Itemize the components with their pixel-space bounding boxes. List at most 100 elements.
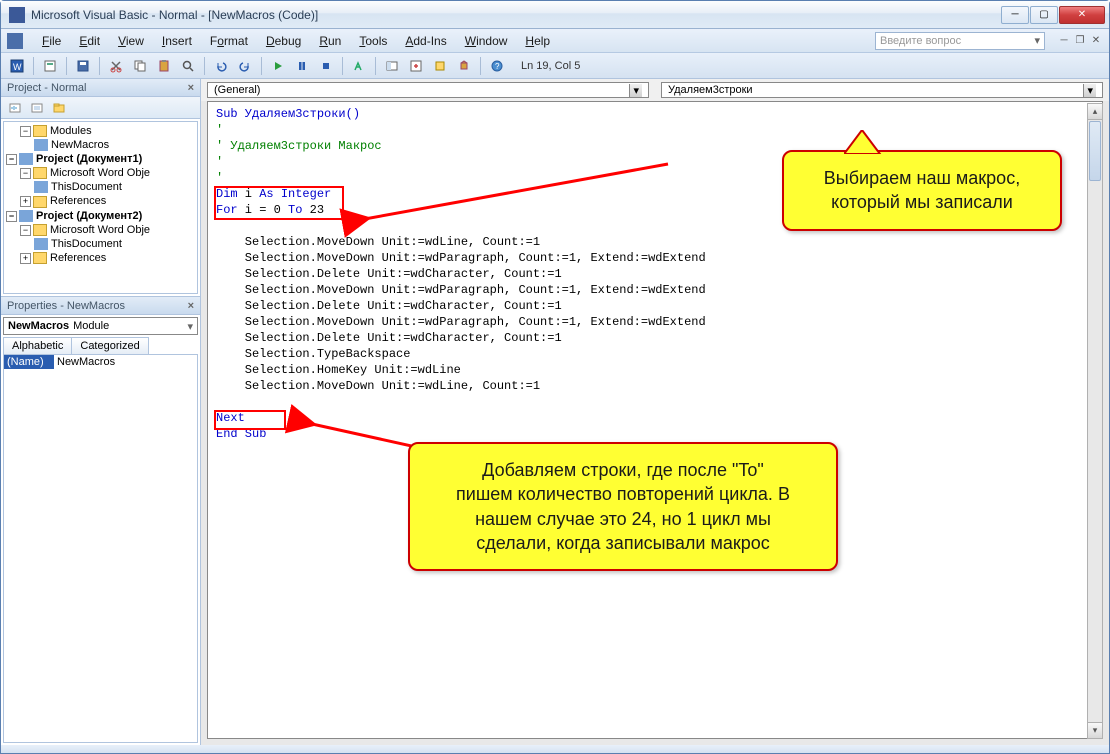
callout-bottom-text: Добавляем строки, где после "To" пишем к… xyxy=(456,460,790,553)
break-button[interactable] xyxy=(292,56,312,76)
scroll-down-button[interactable]: ▾ xyxy=(1088,722,1102,738)
mdi-restore-button[interactable]: ❐ xyxy=(1073,34,1087,48)
properties-panel-close[interactable]: × xyxy=(188,300,194,312)
tab-alphabetic[interactable]: Alphabetic xyxy=(3,337,72,354)
properties-panel-title: Properties - NewMacros xyxy=(7,300,125,312)
property-row-name[interactable]: (Name) NewMacros xyxy=(4,355,197,369)
tree-node-mswo2[interactable]: −Microsoft Word Obje xyxy=(6,223,195,237)
maximize-button[interactable]: ▢ xyxy=(1030,6,1058,24)
menu-debug[interactable]: Debug xyxy=(259,32,308,50)
help-button[interactable]: ? xyxy=(487,56,507,76)
code-dropdowns: (General) ▾ Удаляем3строки ▾ xyxy=(201,79,1109,101)
object-combo[interactable]: (General) ▾ xyxy=(207,82,649,98)
project-toolbar xyxy=(1,97,200,119)
tree-node-refs1[interactable]: +References xyxy=(6,194,195,208)
help-search-input[interactable]: Введите вопрос▾ xyxy=(875,32,1045,50)
cursor-position-label: Ln 19, Col 5 xyxy=(521,60,580,72)
menu-edit[interactable]: Edit xyxy=(72,32,107,50)
find-button[interactable] xyxy=(178,56,198,76)
left-column: Project - Normal × −Modules NewMacros −P… xyxy=(1,79,201,745)
project-panel-title: Project - Normal xyxy=(7,82,86,94)
toolbar: W ? Ln 19, Col 5 xyxy=(1,53,1109,79)
menubar: File Edit View Insert Format Debug Run T… xyxy=(1,29,1109,53)
menu-addins[interactable]: Add-Ins xyxy=(398,32,453,50)
tab-categorized[interactable]: Categorized xyxy=(71,337,148,354)
tree-node-newmacros[interactable]: NewMacros xyxy=(6,138,195,152)
chevron-down-icon: ▾ xyxy=(1083,84,1096,97)
svg-text:?: ? xyxy=(495,62,500,71)
project-panel: Project - Normal × −Modules NewMacros −P… xyxy=(1,79,200,297)
main-area: Project - Normal × −Modules NewMacros −P… xyxy=(1,79,1109,745)
code-area: (General) ▾ Удаляем3строки ▾ Sub Удаляем… xyxy=(201,79,1109,745)
tree-node-mswo1[interactable]: −Microsoft Word Obje xyxy=(6,166,195,180)
procedure-combo[interactable]: Удаляем3строки ▾ xyxy=(661,82,1103,98)
close-button[interactable]: ✕ xyxy=(1059,6,1105,24)
window-controls: ─ ▢ ✕ xyxy=(1001,6,1105,24)
callout-top-text: Выбираем наш макрос, который мы записали xyxy=(824,168,1020,212)
copy-button[interactable] xyxy=(130,56,150,76)
scroll-thumb[interactable] xyxy=(1089,121,1101,181)
help-search-placeholder: Введите вопрос xyxy=(880,35,961,47)
object-combo-value: (General) xyxy=(214,84,260,96)
properties-panel-header: Properties - NewMacros × xyxy=(1,297,200,315)
titlebar-text: Microsoft Visual Basic - Normal - [NewMa… xyxy=(31,8,1001,22)
scroll-up-button[interactable]: ▴ xyxy=(1088,104,1102,120)
menu-run[interactable]: Run xyxy=(312,32,348,50)
app-icon xyxy=(9,7,25,23)
menu-view[interactable]: View xyxy=(111,32,151,50)
properties-object-combo[interactable]: NewMacros Module ▾ xyxy=(3,317,198,335)
property-key: (Name) xyxy=(4,355,54,369)
code-scrollbar[interactable]: ▴ ▾ xyxy=(1087,103,1103,739)
menu-format[interactable]: Format xyxy=(203,32,255,50)
tree-node-project1[interactable]: −Project (Документ1) xyxy=(6,152,195,166)
save-button[interactable] xyxy=(73,56,93,76)
menu-tools[interactable]: Tools xyxy=(352,32,394,50)
menu-insert[interactable]: Insert xyxy=(155,32,199,50)
tree-node-thisdoc2[interactable]: ThisDocument xyxy=(6,237,195,251)
cut-button[interactable] xyxy=(106,56,126,76)
project-tree[interactable]: −Modules NewMacros −Project (Документ1) … xyxy=(3,121,198,294)
property-value[interactable]: NewMacros xyxy=(54,355,197,369)
properties-object-type: Module xyxy=(73,320,109,332)
project-panel-close[interactable]: × xyxy=(188,82,194,94)
tree-node-refs2[interactable]: +References xyxy=(6,251,195,265)
project-panel-header: Project - Normal × xyxy=(1,79,200,97)
project-explorer-button[interactable] xyxy=(382,56,402,76)
callout-top: Выбираем наш макрос, который мы записали xyxy=(782,150,1062,231)
tree-node-project2[interactable]: −Project (Документ2) xyxy=(6,209,195,223)
undo-button[interactable] xyxy=(211,56,231,76)
view-code-button[interactable] xyxy=(5,98,25,118)
code-editor[interactable]: Sub Удаляем3строки() ' ' Удаляем3строки … xyxy=(207,101,1103,739)
insert-module-button[interactable] xyxy=(40,56,60,76)
menu-window[interactable]: Window xyxy=(458,32,515,50)
callout-bottom: Добавляем строки, где после "To" пишем к… xyxy=(408,442,838,571)
tree-node-thisdoc1[interactable]: ThisDocument xyxy=(6,180,195,194)
properties-button[interactable] xyxy=(406,56,426,76)
redo-button[interactable] xyxy=(235,56,255,76)
view-word-button[interactable]: W xyxy=(7,56,27,76)
svg-text:W: W xyxy=(13,62,22,72)
procedure-combo-value: Удаляем3строки xyxy=(668,84,753,96)
menu-file[interactable]: File xyxy=(35,32,68,50)
mdi-window-controls: ─ ❐ ✕ xyxy=(1057,34,1103,48)
properties-tabs: Alphabetic Categorized xyxy=(3,337,198,354)
reset-button[interactable] xyxy=(316,56,336,76)
object-browser-button[interactable] xyxy=(430,56,450,76)
paste-button[interactable] xyxy=(154,56,174,76)
properties-grid[interactable]: (Name) NewMacros xyxy=(3,354,198,743)
properties-object-name: NewMacros xyxy=(8,320,69,332)
mdi-close-button[interactable]: ✕ xyxy=(1089,34,1103,48)
design-mode-button[interactable] xyxy=(349,56,369,76)
toggle-folders-button[interactable] xyxy=(49,98,69,118)
vb-icon xyxy=(7,33,23,49)
tree-node-modules[interactable]: −Modules xyxy=(6,124,195,138)
statusbar xyxy=(1,745,1109,753)
titlebar: Microsoft Visual Basic - Normal - [NewMa… xyxy=(1,1,1109,29)
menu-help[interactable]: Help xyxy=(518,32,557,50)
mdi-minimize-button[interactable]: ─ xyxy=(1057,34,1071,48)
view-object-button[interactable] xyxy=(27,98,47,118)
toolbox-button[interactable] xyxy=(454,56,474,76)
minimize-button[interactable]: ─ xyxy=(1001,6,1029,24)
run-button[interactable] xyxy=(268,56,288,76)
chevron-down-icon: ▾ xyxy=(629,84,642,97)
